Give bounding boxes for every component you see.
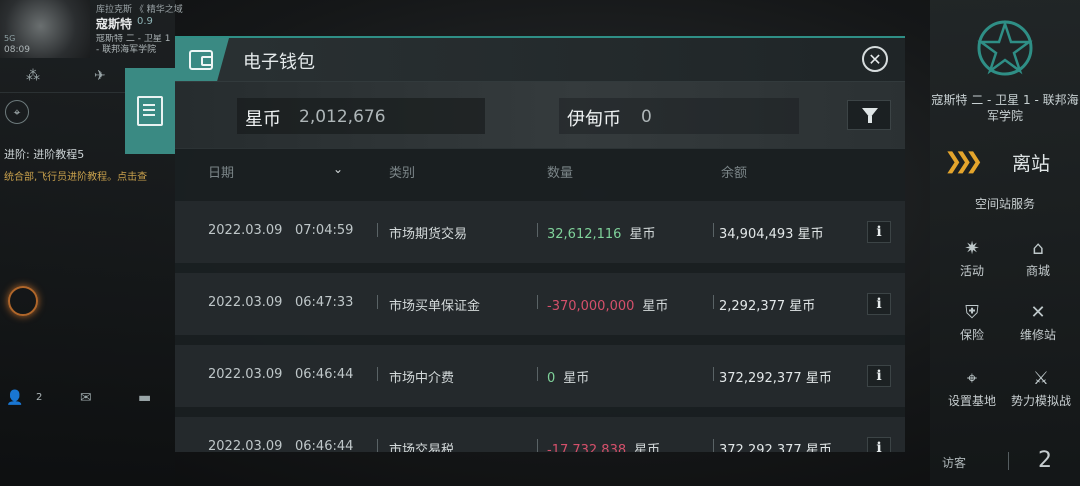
undock-label: 离站	[1012, 153, 1051, 175]
row-date: 2022.03.09	[208, 367, 283, 382]
divider	[377, 439, 378, 452]
filter-button[interactable]	[847, 100, 891, 130]
row-balance: 34,904,493 星币	[719, 227, 824, 242]
row-type: 市场交易税	[389, 443, 455, 452]
row-date: 2022.03.09	[208, 223, 283, 238]
player-icon[interactable]: 👤	[6, 390, 23, 406]
wallet-side-tab[interactable]	[125, 68, 175, 154]
mail-icon[interactable]: ✉	[80, 390, 92, 406]
player-count: 2	[36, 392, 43, 403]
visitor-count[interactable]: 2	[1038, 448, 1052, 473]
row-type: 市场中介费	[389, 371, 455, 386]
station-panel: 寇斯特 二 - 卫星 1 - 联邦海军学院 ❯❯❯ 离站 空间站服务 ✷ 活动 …	[930, 0, 1080, 486]
column-type: 类别	[389, 166, 416, 181]
faction-sim-icon: ⚔	[1032, 368, 1050, 389]
ship-icon[interactable]: ✈	[94, 68, 106, 84]
repair-icon: ✕	[1030, 302, 1046, 323]
corp-line: 库拉克斯 《 精华之域	[96, 5, 183, 15]
star-coin-balance: 星币 2,012,676	[237, 98, 485, 134]
row-balance: 372,292,377 星币	[719, 443, 832, 452]
row-type: 市场买单保证金	[389, 299, 481, 314]
wallet-title: 电子钱包	[243, 52, 315, 73]
divider	[713, 367, 714, 381]
column-balance: 余额	[721, 166, 748, 181]
isk-label: 伊甸币	[567, 109, 621, 130]
chat-icon[interactable]: ▬	[138, 390, 151, 406]
divider	[537, 439, 538, 452]
signal-indicator: 5G	[4, 34, 16, 43]
divider	[713, 439, 714, 452]
wallet-icon-box	[175, 38, 229, 81]
service-insurance[interactable]: ⛨ 保险	[942, 302, 1002, 343]
row-amount: 32,612,116 星币	[547, 227, 656, 242]
table-row: 2022.03.09 06:46:44 市场中介费 0 星币 372,292,37…	[175, 345, 905, 407]
clock: 08:09	[4, 45, 30, 55]
wallet-window: 电子钱包 ✕ 星币 2,012,676 伊甸币 0 日期 ⌄ 类别 数量 余额 …	[175, 36, 905, 452]
row-type: 市场期货交易	[389, 227, 468, 242]
divider	[377, 223, 378, 237]
row-date: 2022.03.09	[208, 295, 283, 310]
shop-icon: ⌂	[1032, 238, 1044, 259]
row-time: 06:46:44	[295, 367, 354, 382]
table-row: 2022.03.09 07:04:59 市场期货交易 32,612,116 星币 …	[175, 201, 905, 263]
info-button[interactable]: i	[867, 365, 891, 387]
document-icon	[137, 96, 163, 126]
row-balance: 2,292,377 星币	[719, 299, 816, 314]
close-button[interactable]: ✕	[862, 46, 888, 72]
insurance-icon: ⛨	[965, 302, 979, 323]
location-pin-icon[interactable]: ⌖	[5, 100, 29, 124]
service-events[interactable]: ✷ 活动	[942, 238, 1002, 279]
row-amount: -17,732,838 星币	[547, 443, 661, 452]
info-button[interactable]: i	[867, 437, 891, 452]
divider	[713, 295, 714, 309]
info-button[interactable]: i	[867, 221, 891, 243]
fleet-icon[interactable]: ⁂	[26, 68, 40, 84]
task-title[interactable]: 进阶: 进阶教程5	[4, 146, 84, 162]
undock-button[interactable]: ❯❯❯ 离站	[944, 147, 1068, 177]
visitor-label: 访客	[942, 456, 967, 470]
isk-balance: 伊甸币 0	[559, 98, 799, 134]
pilot-name: 寇斯特	[96, 17, 133, 31]
service-repair[interactable]: ✕ 维修站	[1008, 302, 1068, 343]
task-description[interactable]: 统合部,飞行员进阶教程。点击查	[4, 168, 147, 183]
row-amount: 0 星币	[547, 371, 590, 386]
service-shop[interactable]: ⌂ 商城	[1008, 238, 1068, 279]
star-coin-label: 星币	[245, 109, 281, 130]
service-faction-sim[interactable]: ⚔ 势力模拟战	[1002, 368, 1080, 409]
balance-bar: 星币 2,012,676 伊甸币 0	[175, 82, 905, 149]
current-location: 寇斯特 二 - 卫星 1 - 联邦海军学院	[96, 34, 171, 55]
station-emblem-icon	[977, 20, 1033, 76]
row-date: 2022.03.09	[208, 439, 283, 452]
divider	[537, 223, 538, 237]
chevron-right-icon: ❯❯❯	[944, 149, 983, 174]
table-row: 2022.03.09 06:47:33 市场买单保证金 -370,000,000…	[175, 273, 905, 335]
security-status: 0.9	[137, 16, 153, 27]
info-button[interactable]: i	[867, 293, 891, 315]
wallet-icon	[189, 50, 213, 70]
divider	[377, 367, 378, 381]
radar-icon[interactable]	[8, 286, 38, 316]
base-icon: ⌖	[966, 368, 978, 389]
divider	[713, 223, 714, 237]
service-set-home[interactable]: ⌖ 设置基地	[932, 368, 1012, 409]
row-amount: -370,000,000 星币	[547, 299, 669, 314]
column-date[interactable]: 日期	[208, 162, 234, 181]
row-time: 07:04:59	[295, 223, 354, 238]
chevron-down-icon[interactable]: ⌄	[333, 162, 343, 176]
table-row: 2022.03.09 06:46:44 市场交易税 -17,732,838 星币 …	[175, 417, 905, 452]
divider	[1008, 452, 1009, 470]
row-time: 06:46:44	[295, 439, 354, 452]
star-coin-value: 2,012,676	[299, 107, 386, 127]
wallet-header: 电子钱包 ✕	[175, 38, 905, 82]
fireworks-icon: ✷	[964, 238, 980, 259]
isk-value: 0	[641, 107, 652, 127]
column-amount: 数量	[547, 166, 574, 181]
station-name: 寇斯特 二 - 卫星 1 - 联邦海军学院	[931, 93, 1079, 123]
divider	[537, 295, 538, 309]
divider	[377, 295, 378, 309]
row-time: 06:47:33	[295, 295, 354, 310]
divider	[537, 367, 538, 381]
row-balance: 372,292,377 星币	[719, 371, 832, 386]
services-title: 空间站服务	[974, 197, 1035, 211]
